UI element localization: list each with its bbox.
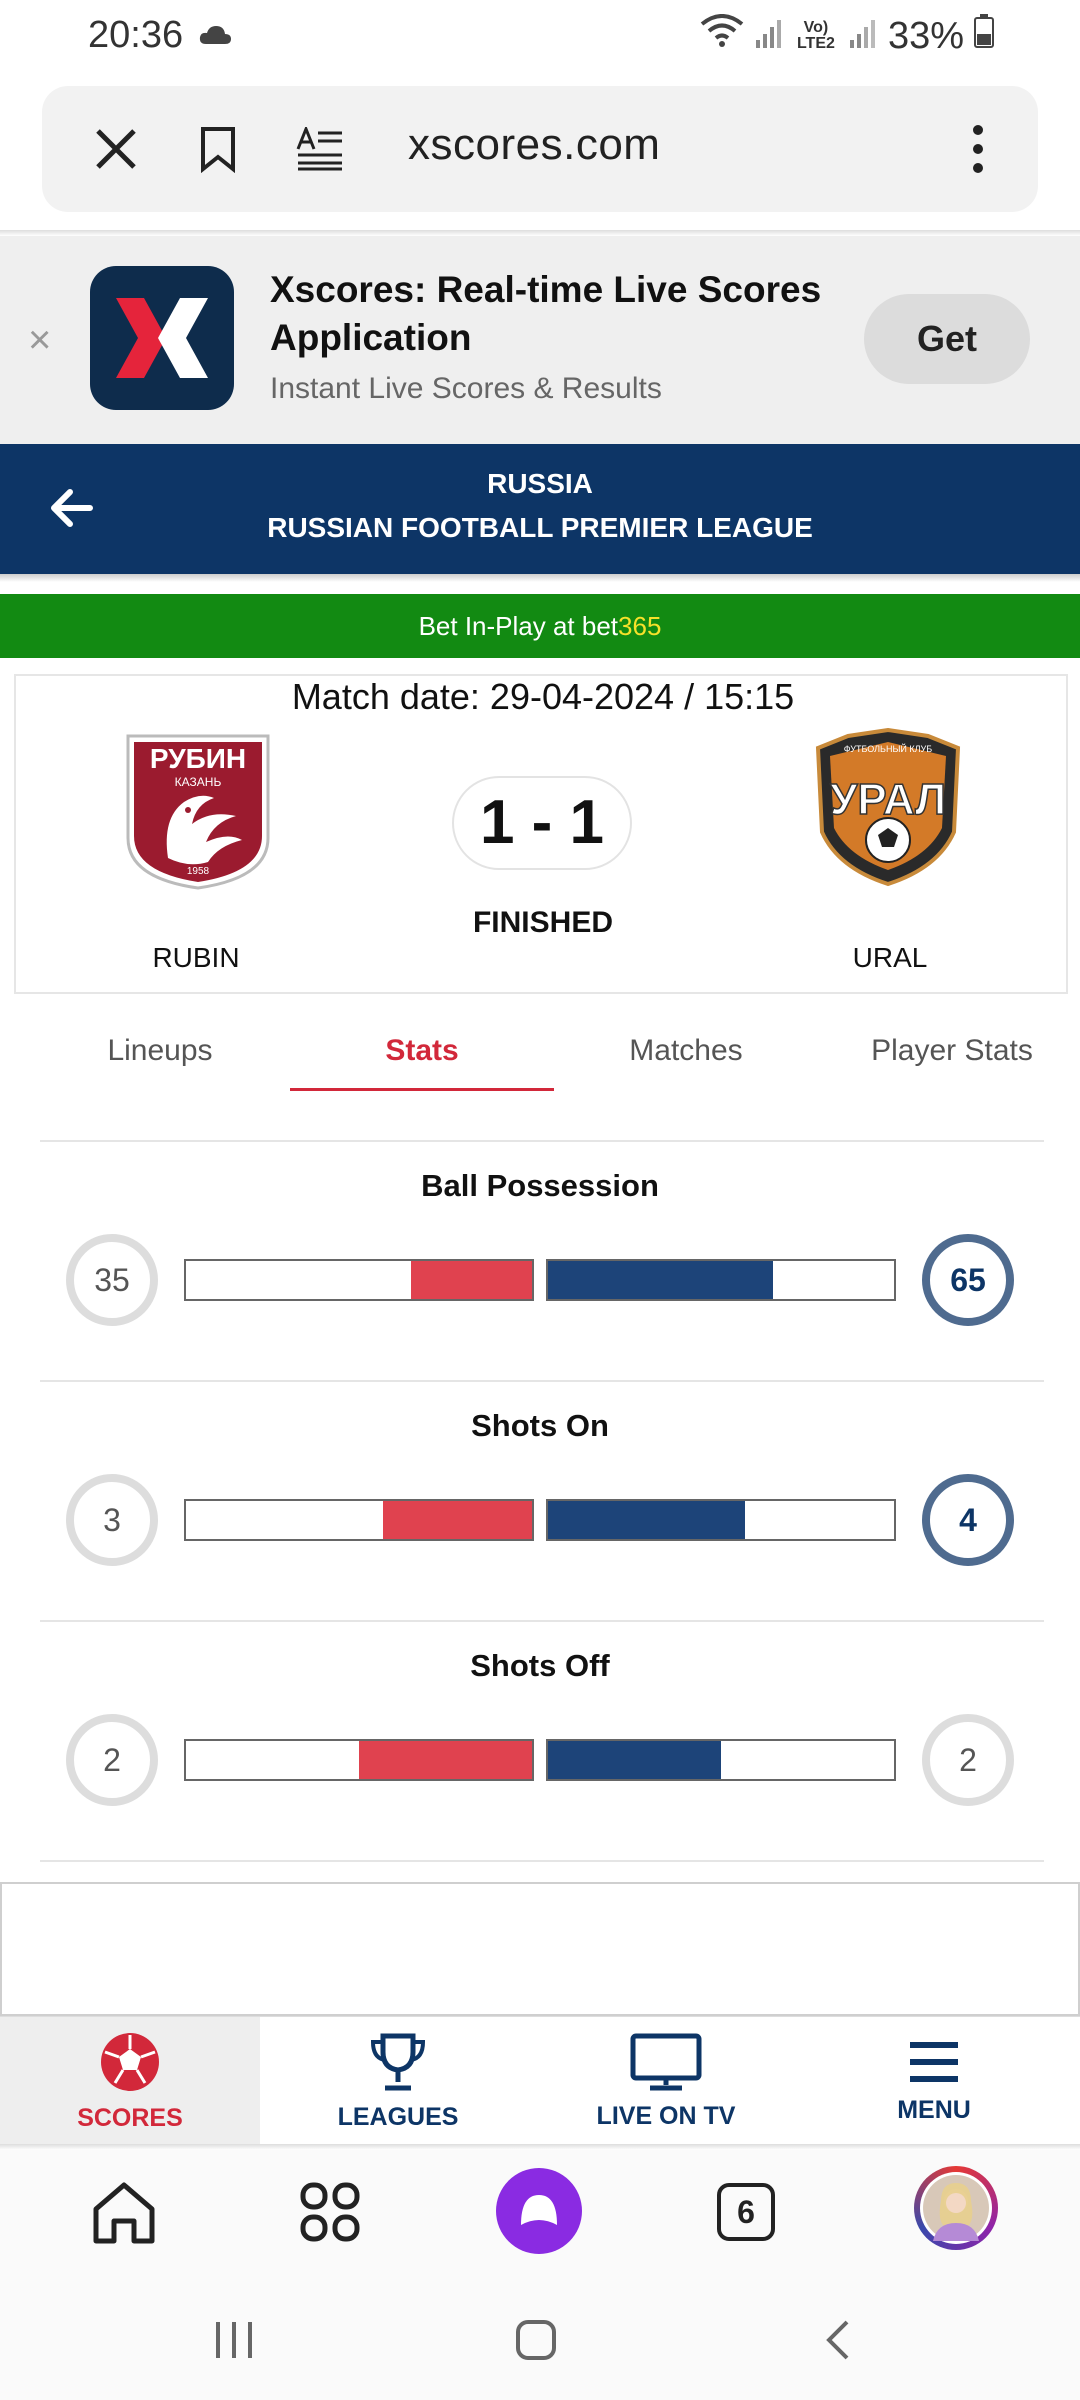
home-icon[interactable]	[84, 2172, 164, 2252]
system-navigation-bar	[0, 2270, 1080, 2400]
app-subtitle: Instant Live Scores & Results	[270, 372, 662, 405]
wifi-icon	[700, 14, 744, 58]
divider	[40, 1380, 1044, 1382]
cloud-icon	[198, 24, 232, 51]
network-label: Vo) LTE2	[796, 19, 835, 52]
stat-away-bar	[546, 1259, 896, 1301]
app-install-banner: × Xscores: Real-time Live Scores Applica…	[0, 236, 1080, 444]
app-title: Xscores: Real-time Live Scores Applicati…	[270, 269, 822, 358]
nav-live-on-tv-label: LIVE ON TV	[596, 2102, 736, 2130]
soccer-ball-icon	[99, 2031, 161, 2098]
divider	[40, 1860, 1044, 1862]
battery-percent: 33%	[887, 14, 964, 57]
league-country: RUSSIA	[487, 468, 593, 499]
signal-icon-2	[848, 15, 878, 58]
trophy-icon	[367, 2032, 429, 2097]
match-score: 1 - 1	[452, 776, 632, 870]
tab-matches[interactable]: Matches	[586, 1034, 786, 1068]
get-app-button[interactable]: Get	[864, 294, 1030, 384]
stat-title-shots-off: Shots Off	[470, 1648, 610, 1683]
stat-home-fill	[383, 1501, 532, 1539]
ural-logo-text: УРАЛ	[830, 775, 946, 824]
active-tab-indicator	[290, 1088, 554, 1091]
ural-logo-sub: ФУТБОЛЬНЫЙ КЛУБ	[844, 743, 932, 754]
nav-scores-label: SCORES	[77, 2104, 183, 2132]
browser-address-bar: xscores.com	[42, 86, 1038, 212]
stat-away-bar	[546, 1739, 896, 1781]
nav-scores[interactable]: SCORES	[0, 2017, 260, 2147]
avatar	[920, 2172, 992, 2244]
bet-banner-text: Bet In-Play at bet	[418, 610, 619, 641]
home-button-icon[interactable]	[506, 2310, 566, 2370]
league-name[interactable]: RUSSIAN FOOTBALL PREMIER LEAGUE	[0, 512, 1080, 544]
reader-mode-icon[interactable]	[290, 119, 350, 179]
stat-away-fill	[548, 1261, 773, 1299]
status-bar: 20:36 Vo) LTE2 33%	[0, 0, 1080, 78]
recent-apps-icon[interactable]	[204, 2310, 264, 2370]
stat-away-value: 2	[922, 1714, 1014, 1806]
stat-home-fill	[410, 1261, 532, 1299]
tv-icon	[630, 2033, 702, 2096]
site-bottom-nav: SCORES LEAGUES LIVE ON TV MENU	[0, 2016, 1080, 2147]
rubin-logo-sub: КАЗАНЬ	[175, 775, 222, 789]
stat-home-value: 35	[66, 1234, 158, 1326]
match-date: Match date: 29-04-2024 / 15:15	[291, 676, 795, 717]
back-button-icon[interactable]	[808, 2310, 868, 2370]
stat-title-ball-possession: Ball Possession	[421, 1168, 659, 1203]
stat-away-fill	[548, 1501, 746, 1539]
stat-away-value: 65	[922, 1234, 1014, 1326]
match-status: FINISHED	[472, 906, 613, 939]
ural-logo[interactable]: ФУТБОЛЬНЫЙ КЛУБ УРАЛ	[808, 727, 968, 892]
tabs-icon[interactable]: 6	[706, 2172, 786, 2252]
status-time: 20:36	[88, 14, 184, 56]
stat-home-bar	[184, 1499, 534, 1541]
divider	[40, 1620, 1044, 1622]
stat-home-bar	[184, 1739, 534, 1781]
tab-count: 6	[717, 2183, 775, 2241]
hamburger-menu-icon	[908, 2039, 960, 2090]
nav-live-on-tv[interactable]: LIVE ON TV	[536, 2017, 796, 2147]
ad-placeholder[interactable]	[0, 1882, 1080, 2016]
rubin-logo-text: РУБИН	[150, 743, 246, 774]
banner-close-icon[interactable]: ×	[28, 318, 51, 363]
stat-away-value: 4	[922, 1474, 1014, 1566]
home-team-name[interactable]: RUBIN	[76, 942, 316, 974]
rubin-logo[interactable]: РУБИН КАЗАНЬ 1958	[118, 728, 278, 892]
nav-leagues-label: LEAGUES	[337, 2103, 459, 2131]
url-field[interactable]: xscores.com	[408, 120, 660, 170]
stat-away-fill	[548, 1741, 721, 1779]
tab-player-stats[interactable]: Player Stats	[842, 1034, 1062, 1068]
nav-leagues[interactable]: LEAGUES	[260, 2017, 536, 2147]
bet-banner[interactable]: Bet In-Play at bet 365	[0, 594, 1080, 658]
bet-brand-suffix: 365	[618, 610, 662, 641]
stat-home-fill	[359, 1741, 532, 1779]
stat-home-value: 2	[66, 1714, 158, 1806]
close-icon[interactable]	[86, 119, 146, 179]
signal-icon	[754, 15, 784, 58]
more-vert-icon[interactable]	[948, 119, 1008, 179]
rubin-logo-year: 1958	[187, 866, 210, 877]
match-tabs: Lineups Stats Matches Player Stats	[0, 1020, 1080, 1092]
stat-title-shots-on: Shots On	[471, 1408, 609, 1443]
assistant-icon[interactable]	[496, 2168, 582, 2254]
nav-menu-label: MENU	[897, 2096, 971, 2124]
apps-grid-icon[interactable]	[290, 2172, 370, 2252]
away-team-name[interactable]: URAL	[770, 942, 1010, 974]
browser-bottom-toolbar: 6	[0, 2150, 1080, 2270]
stat-home-value: 3	[66, 1474, 158, 1566]
match-summary: Match date: 29-04-2024 / 15:15 РУБИН КАЗ…	[14, 674, 1068, 994]
stat-away-bar	[546, 1499, 896, 1541]
profile-avatar-icon[interactable]	[914, 2166, 998, 2250]
stat-home-bar	[184, 1259, 534, 1301]
league-header-shadow	[0, 574, 1080, 582]
tab-stats[interactable]: Stats	[322, 1034, 522, 1068]
tab-lineups[interactable]: Lineups	[60, 1034, 260, 1068]
nav-menu[interactable]: MENU	[796, 2017, 1072, 2147]
bookmark-icon[interactable]	[188, 119, 248, 179]
divider	[40, 1140, 1044, 1142]
league-header: RUSSIA RUSSIAN FOOTBALL PREMIER LEAGUE	[0, 444, 1080, 574]
xscores-app-icon	[90, 266, 234, 410]
battery-icon	[974, 14, 994, 58]
